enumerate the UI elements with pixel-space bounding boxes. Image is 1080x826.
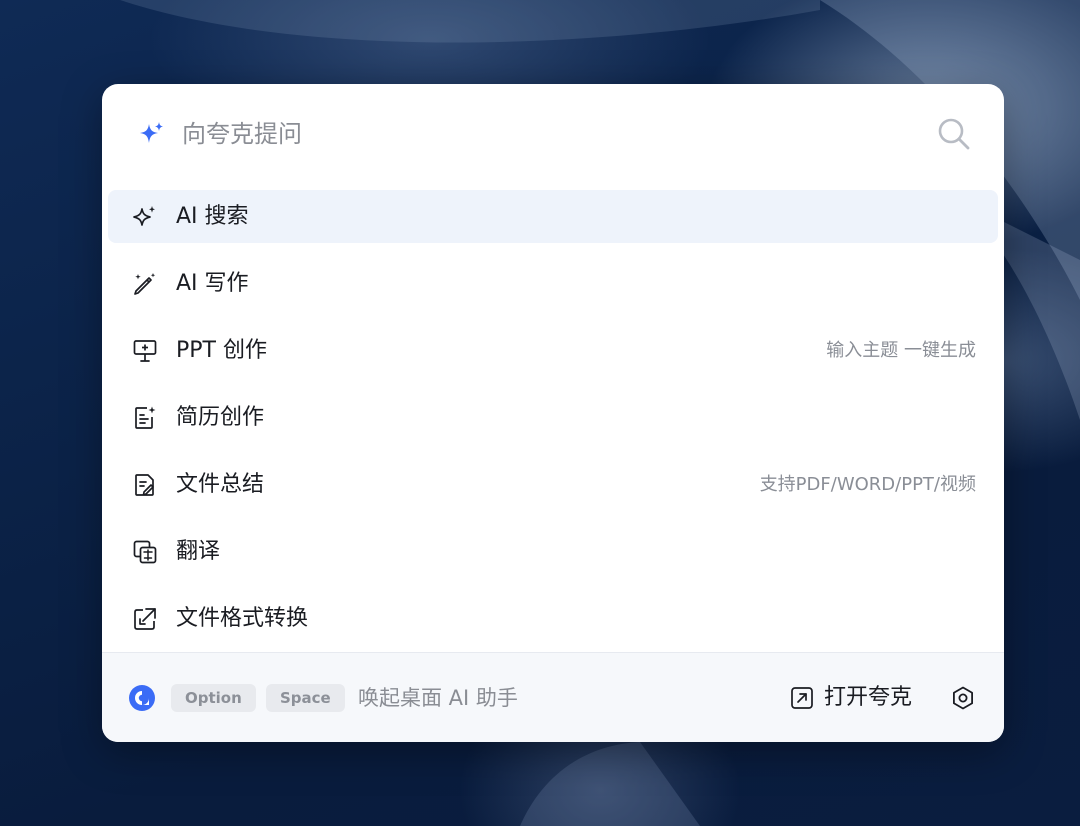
option-key-badge: Option: [171, 684, 256, 712]
menu-item-label: AI 写作: [176, 271, 249, 296]
footer-bar: Option Space 唤起桌面 AI 助手 打开夸克: [102, 652, 1004, 742]
menu-item-ai-search[interactable]: AI 搜索: [108, 190, 998, 243]
translate-icon: [133, 540, 157, 564]
menu-item-resume[interactable]: 简历创作: [108, 391, 998, 444]
file-convert-icon: [134, 608, 156, 630]
menu-item-hint: 支持PDF/WORD/PPT/视频: [759, 474, 976, 495]
sparkle-icon: [140, 122, 163, 143]
menu-item-label: 文件总结: [176, 472, 265, 497]
quick-assistant-panel: AI 搜索 AI 写作 PPT 创作 输入主题 一键生成: [102, 84, 1004, 742]
document-summary-icon: [135, 474, 154, 496]
menu-item-label: 简历创作: [176, 405, 265, 430]
search-bar: [102, 84, 1004, 184]
resume-icon: [135, 406, 156, 429]
feature-menu: AI 搜索 AI 写作 PPT 创作 输入主题 一键生成 简历创作 文件总结 支…: [108, 190, 998, 659]
menu-item-ppt[interactable]: PPT 创作 输入主题 一键生成: [108, 324, 998, 377]
open-quark-label: 打开夸克: [824, 685, 913, 710]
menu-item-label: PPT 创作: [176, 338, 267, 363]
menu-item-ai-writing[interactable]: AI 写作: [108, 257, 998, 310]
external-link-icon: [791, 687, 813, 709]
ai-sparkle-icon: [133, 206, 155, 226]
menu-item-file-convert[interactable]: 文件格式转换: [108, 592, 998, 645]
menu-item-hint: 输入主题 一键生成: [826, 340, 976, 361]
search-icon[interactable]: [936, 116, 972, 152]
settings-icon[interactable]: [950, 685, 976, 711]
shortcut-hint: 唤起桌面 AI 助手: [358, 686, 518, 710]
presentation-icon: [133, 340, 157, 362]
quark-logo-icon: [129, 685, 155, 711]
space-key-badge: Space: [266, 684, 345, 712]
menu-item-file-summary[interactable]: 文件总结 支持PDF/WORD/PPT/视频: [108, 458, 998, 511]
menu-item-label: AI 搜索: [176, 204, 249, 229]
menu-item-translate[interactable]: 翻译: [108, 525, 998, 578]
magic-pen-icon: [134, 273, 156, 295]
ask-input[interactable]: [182, 114, 922, 154]
menu-item-label: 翻译: [176, 539, 221, 564]
menu-item-label: 文件格式转换: [176, 606, 309, 631]
